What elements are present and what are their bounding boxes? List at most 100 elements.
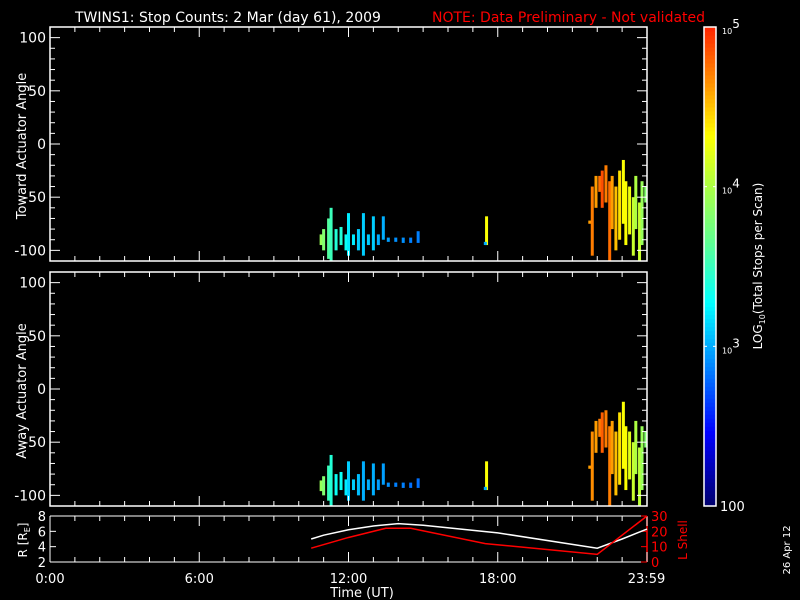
data-bar [604,410,608,448]
colorbar-cell [704,486,716,491]
data-bar [604,165,608,203]
data-bar [401,482,405,488]
data-bar [634,420,638,475]
data-bar [356,474,360,496]
y-tick-label: -100 [14,243,46,259]
data-bar [334,474,338,496]
stop-counts-figure: TWINS1: Stop Counts: 2 Mar (day 61), 200… [14,10,793,600]
colorbar-cell [704,358,716,363]
colorbar-cell [704,334,716,339]
ylabel-r: R [RE] [16,523,32,558]
colorbar-cell [704,402,716,407]
colorbar-cell [704,250,716,256]
colorbar-cell [704,206,716,212]
colorbar-cell [704,494,716,499]
y-tick-label: 6 [38,525,46,540]
colorbar-cell [704,54,716,60]
data-bar [394,482,398,487]
colorbar-cell [704,194,716,200]
colorbar-cell [704,298,716,304]
y-tick-label: 8 [38,510,46,525]
colorbar-cell [704,254,716,260]
data-bar [322,476,326,496]
y-tick-label: 100 [19,276,46,292]
data-bar [590,431,594,501]
colorbar-cell [704,462,716,467]
colorbar-cell [704,114,716,120]
data-bar [409,237,413,243]
y-tick-label: 4 [38,541,46,556]
r-line [310,522,648,549]
colorbar-cell [704,82,716,88]
colorbar-cell [704,62,716,68]
colorbar-cell [704,474,716,479]
colorbar-cell [704,422,716,427]
colorbar-cell [704,106,716,112]
colorbar-cell [704,230,716,236]
colorbar-cell [704,94,716,100]
colorbar-cell [704,482,716,487]
colorbar-cell [704,278,716,284]
colorbar-cell [704,318,716,323]
colorbar-cell [704,270,716,276]
y-tick-label: 2 [38,556,46,571]
data-bar [594,420,598,453]
data-bar [347,213,350,256]
colorbar-cell [704,42,716,48]
colorbar-cell [704,386,716,391]
colorbar-cell [704,166,716,172]
colorbar-cell [704,442,716,447]
colorbar-cell [704,126,716,132]
data-bar [394,237,398,242]
data-bar [409,482,413,488]
colorbar-cell [704,394,716,399]
y-tick-label-right: 10 [651,541,668,556]
colorbar-cell [704,338,716,343]
y-tick-label: -100 [14,488,46,504]
colorbar-cell [704,178,716,184]
colorbar-cell [704,38,716,44]
colorbar-cell [704,30,716,36]
colorbar-tick-label: 103 [722,336,740,355]
data-bar [361,213,365,256]
data-bar [361,461,365,501]
data-bar [600,412,604,453]
colorbar-cell [704,382,716,387]
colorbar-cell [704,210,716,216]
title-note: NOTE: Data Preliminary - Not validated [432,10,705,26]
colorbar-cell [704,426,716,431]
y-tick-label-right: 30 [651,510,668,525]
colorbar-label: LOG10(Total Stops per Scan) [751,183,767,350]
data-bar [356,229,360,251]
data-bar [347,461,350,501]
colorbar-cell [704,430,716,435]
colorbar-cell [704,306,716,312]
colorbar-cell [704,450,716,455]
data-bar [366,234,370,246]
colorbar-cell [704,138,716,144]
colorbar-cell [704,378,716,383]
colorbar-tick-label: 104 [722,177,740,196]
colorbar-cell [704,294,716,300]
colorbar-cell [704,90,716,96]
colorbar-cell [704,262,716,268]
colorbar-cell [704,46,716,52]
colorbar-cell [704,274,716,280]
x-tick-label: 12:00 [330,572,367,587]
y-tick-label: 50 [28,84,46,100]
data-bar [416,231,420,243]
colorbar-cell [704,374,716,379]
colorbar-cell [704,226,716,232]
ylabel-toward: Toward Actuator Angle [15,73,30,220]
colorbar-cell [704,142,716,148]
data-bar [329,454,333,506]
colorbar-cell [704,290,716,296]
data-bar [594,175,598,208]
colorbar-cell [704,438,716,443]
colorbar-cell [704,310,716,315]
colorbar-cell [704,234,716,240]
data-bar [634,175,638,230]
colorbar-cell [704,398,716,403]
data-bar [386,482,390,487]
data-bar [640,181,644,246]
